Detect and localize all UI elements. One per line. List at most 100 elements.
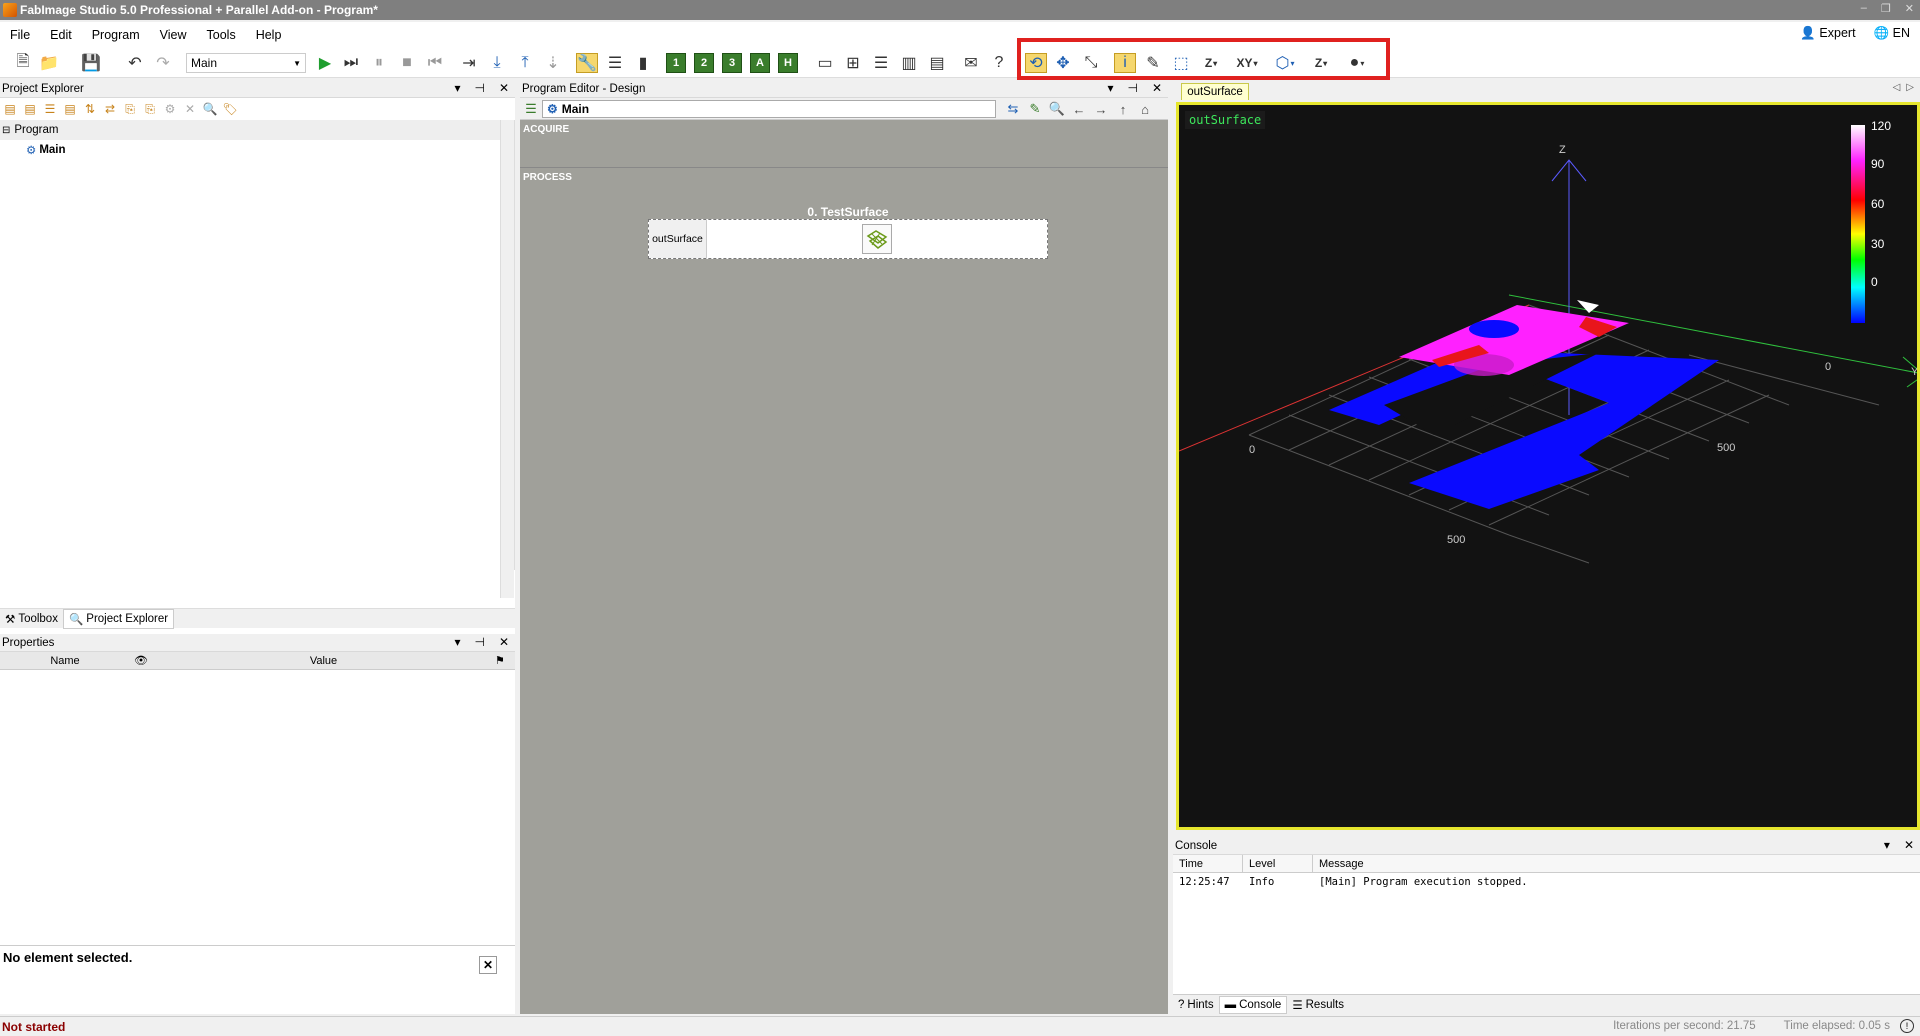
step-out-icon[interactable]: ⤒ — [514, 53, 536, 73]
status-info-icon[interactable]: ! — [1900, 1019, 1914, 1033]
close-panel-icon[interactable]: ✕ — [499, 635, 509, 649]
tree-item-main[interactable]: ⚙ Main — [0, 140, 514, 160]
up-arrow-icon[interactable]: ↑ — [1114, 101, 1132, 117]
redo-icon[interactable]: ↷ — [152, 53, 174, 73]
tab-console[interactable]: ▬ Console — [1218, 995, 1288, 1014]
tab-toolbox[interactable]: ⚒ Toolbox — [0, 610, 63, 628]
import-icon[interactable]: ⎘ — [122, 101, 138, 117]
pin-icon[interactable]: ⊣ — [1127, 81, 1137, 95]
edit-icon[interactable]: ✎ — [1026, 101, 1044, 117]
help-icon[interactable]: ? — [988, 53, 1010, 73]
panel-menu-icon[interactable]: ▾ — [1884, 838, 1890, 852]
layout-grid-icon[interactable]: ⊞ — [842, 53, 864, 73]
undo-icon[interactable]: ↶ — [124, 53, 146, 73]
new-macro-icon[interactable]: ▤ — [2, 101, 18, 117]
close-icon[interactable]: ✕ — [479, 956, 497, 974]
filter-body[interactable]: outSurface — [648, 219, 1048, 259]
language-button[interactable]: 🌐 EN — [1874, 26, 1910, 41]
swap-icon[interactable]: ⇆ — [1004, 101, 1022, 117]
close-window-button[interactable]: ✕ — [1905, 2, 1914, 15]
column-name[interactable]: Name — [0, 655, 130, 667]
tab-outsurface[interactable]: outSurface — [1181, 83, 1249, 100]
home-icon[interactable]: ⌂ — [1136, 101, 1154, 117]
close-panel-icon[interactable]: ✕ — [1904, 838, 1914, 852]
export-icon[interactable]: ⎘ — [142, 101, 158, 117]
column-time[interactable]: Time — [1173, 854, 1243, 873]
step-over-icon[interactable]: ⇥ — [458, 53, 480, 73]
search-icon[interactable]: 🔍 — [1048, 101, 1066, 117]
surface-preview-icon[interactable] — [862, 224, 892, 254]
save-icon[interactable]: 💾 — [80, 53, 102, 73]
pin-icon[interactable]: ⊣ — [474, 81, 484, 95]
view-4-icon[interactable]: A — [750, 53, 770, 73]
program-select[interactable]: Main ▼ — [186, 53, 306, 73]
new-step-icon[interactable]: ☰ — [42, 101, 58, 117]
scroll-right-icon[interactable]: ▷ — [1906, 82, 1914, 93]
menu-program[interactable]: Program — [82, 28, 150, 42]
forward-arrow-icon[interactable]: → — [1092, 101, 1110, 117]
new-file-icon[interactable]: 🗎 — [12, 53, 34, 73]
run-icon[interactable]: ▶ — [314, 53, 336, 73]
delete-icon[interactable]: ✕ — [182, 101, 198, 117]
filter-block[interactable]: 0. TestSurface outSurface — [648, 205, 1048, 259]
tag-icon[interactable]: 🏷 — [222, 101, 238, 117]
menu-file[interactable]: File — [0, 28, 40, 42]
expert-mode-button[interactable]: 👤 Expert — [1800, 26, 1855, 41]
column-level[interactable]: Level — [1243, 854, 1313, 873]
open-folder-icon[interactable]: 📁 — [38, 53, 60, 73]
new-task-icon[interactable]: ▤ — [62, 101, 78, 117]
chart-icon[interactable]: ▮ — [632, 53, 654, 73]
view-1-icon[interactable]: 1 — [666, 53, 686, 73]
collapse-icon[interactable]: ⊟ — [2, 125, 10, 136]
column-message[interactable]: Message — [1313, 855, 1920, 873]
tools-wrench-icon[interactable]: 🔧 — [576, 53, 598, 73]
menu-view[interactable]: View — [150, 28, 197, 42]
envelope-icon[interactable]: ✉ — [960, 53, 982, 73]
tab-results[interactable]: ☰ Results — [1287, 996, 1349, 1014]
new-variant-icon[interactable]: ⇅ — [82, 101, 98, 117]
scroll-left-icon[interactable]: ◁ — [1893, 82, 1901, 93]
menu-help[interactable]: Help — [246, 28, 292, 42]
step-back-icon[interactable]: ⇣ — [542, 53, 564, 73]
filter-icon[interactable]: ⚑ — [495, 654, 515, 667]
panel-menu-icon[interactable]: ▾ — [454, 635, 460, 649]
view-hmi-icon[interactable]: H — [778, 53, 798, 73]
output-port[interactable]: outSurface — [649, 220, 707, 258]
menu-tools[interactable]: Tools — [197, 28, 246, 42]
iterate-icon[interactable]: ⏭ — [340, 53, 362, 73]
view-2-icon[interactable]: 2 — [694, 53, 714, 73]
scrollbar[interactable] — [500, 120, 514, 598]
hmi-icon[interactable]: ▤ — [926, 53, 948, 73]
tab-project-explorer[interactable]: 🔍 Project Explorer — [62, 608, 175, 629]
console-row[interactable]: 12:25:47 Info [Main] Program execution s… — [1173, 873, 1920, 891]
close-panel-icon[interactable]: ✕ — [499, 81, 509, 95]
view-3-icon[interactable]: 3 — [722, 53, 742, 73]
pin-icon[interactable]: ⊣ — [474, 635, 484, 649]
pause-icon[interactable]: ⏸ — [368, 53, 390, 73]
new-module-icon[interactable]: ⇄ — [102, 101, 118, 117]
eye-icon[interactable]: 👁 — [130, 654, 152, 667]
new-worker-icon[interactable]: ▤ — [22, 101, 38, 117]
search-icon[interactable]: 🔍 — [202, 101, 218, 117]
minimize-button[interactable]: – — [1861, 2, 1867, 15]
tab-hints[interactable]: ? Hints — [1173, 997, 1219, 1013]
tree-item-program[interactable]: ⊟ Program — [0, 120, 514, 140]
maximize-button[interactable]: ❐ — [1881, 2, 1891, 15]
list-icon[interactable]: ☰ — [522, 101, 540, 117]
layout-single-icon[interactable]: ▭ — [814, 53, 836, 73]
statistics-icon[interactable]: ☰ — [604, 53, 626, 73]
stop-icon[interactable]: ■ — [396, 53, 418, 73]
panel-menu-icon[interactable]: ▾ — [1107, 81, 1113, 95]
back-arrow-icon[interactable]: ← — [1070, 101, 1088, 117]
settings-icon[interactable]: ⚙ — [162, 101, 178, 117]
macro-select[interactable]: ⚙ Main — [542, 100, 996, 118]
3d-viewer[interactable]: Z Y 0 500 500 0 outSurface 120 90 60 30 … — [1176, 102, 1920, 830]
layout-columns-icon[interactable]: ▥ — [898, 53, 920, 73]
step-into-icon[interactable]: ⤓ — [486, 53, 508, 73]
column-value[interactable]: Value — [152, 655, 495, 667]
close-panel-icon[interactable]: ✕ — [1152, 81, 1162, 95]
panel-menu-icon[interactable]: ▾ — [454, 81, 460, 95]
layout-rows-icon[interactable]: ☰ — [870, 53, 892, 73]
menu-edit[interactable]: Edit — [40, 28, 82, 42]
iterate-back-icon[interactable]: ⏮ — [424, 53, 446, 73]
